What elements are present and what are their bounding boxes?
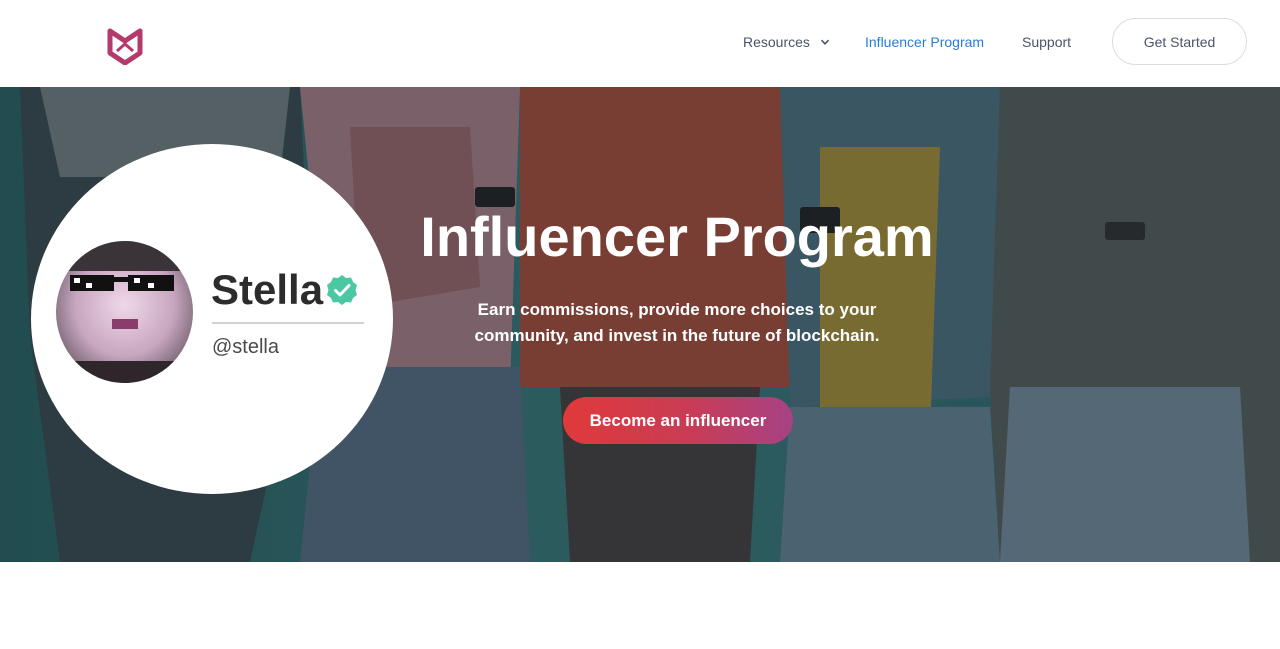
nav-resources[interactable]: Resources xyxy=(743,33,830,51)
hero-title: Influencer Program xyxy=(420,205,934,268)
get-started-button[interactable]: Get Started xyxy=(1112,18,1247,65)
nav-resources-label: Resources xyxy=(743,34,810,50)
nav-support[interactable]: Support xyxy=(1022,33,1071,51)
verified-check-icon xyxy=(327,275,357,305)
chevron-down-icon xyxy=(820,39,829,45)
nav-influencer-program[interactable]: Influencer Program xyxy=(865,33,984,51)
avatar xyxy=(56,241,193,383)
profile-handle: @stella xyxy=(212,336,279,358)
avatar-image xyxy=(56,241,193,383)
become-influencer-button[interactable]: Become an influencer xyxy=(563,397,793,444)
site-header: Resources Influencer Program Support Get… xyxy=(0,0,1280,87)
profile-divider xyxy=(212,322,364,324)
profile-name: Stella xyxy=(211,266,324,313)
cat-logo-icon[interactable] xyxy=(106,27,144,65)
hero-subtitle: Earn commissions, provide more choices t… xyxy=(474,300,880,345)
